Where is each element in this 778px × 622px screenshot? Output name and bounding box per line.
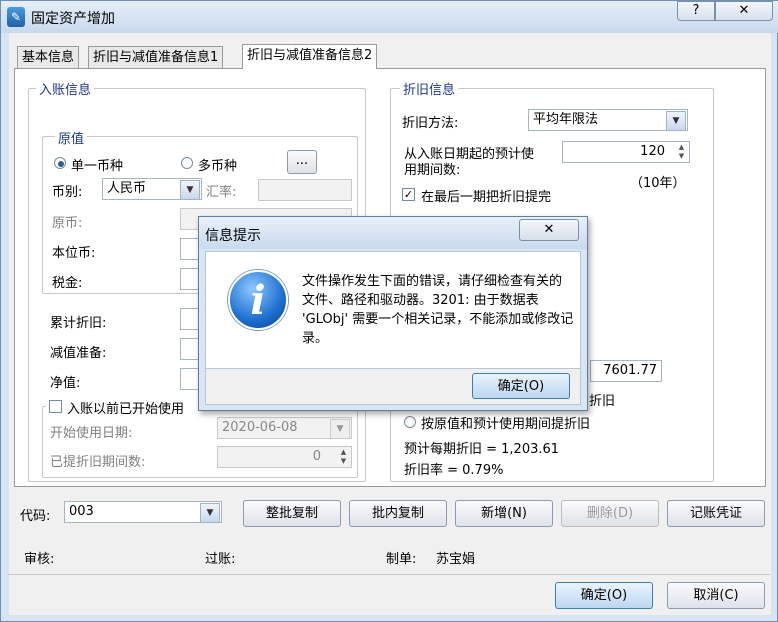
useful-life-value: 120 bbox=[640, 144, 665, 159]
chevron-down-icon[interactable]: ▼ bbox=[666, 111, 686, 131]
help-button[interactable]: ? bbox=[677, 1, 715, 21]
single-currency-label: 单一币种 bbox=[71, 159, 124, 174]
dialog-title: 信息提示 bbox=[205, 228, 261, 244]
original-value-legend: 原值 bbox=[55, 128, 88, 147]
voucher-button[interactable]: 记账凭证 bbox=[667, 500, 765, 527]
depreciation-method-value: 平均年限法 bbox=[533, 112, 599, 127]
last-period-label: 在最后一期把折旧提完 bbox=[421, 190, 552, 205]
delete-button[interactable]: 删除(D) bbox=[561, 500, 659, 527]
currency-label: 币别: bbox=[52, 185, 83, 200]
periods-depreciated-label: 已提折旧期间数: bbox=[50, 455, 146, 470]
info-icon: i bbox=[228, 270, 288, 330]
depreciation-method-select[interactable]: 平均年限法 ▼ bbox=[528, 109, 688, 131]
tab-depreciation-1[interactable]: 折旧与减值准备信息1 bbox=[88, 46, 224, 68]
depreciation-info-legend: 折旧信息 bbox=[400, 79, 459, 98]
exchange-rate-label: 汇率: bbox=[206, 185, 237, 200]
inner-batch-copy-button[interactable]: 批内复制 bbox=[349, 500, 447, 527]
code-label: 代码: bbox=[20, 509, 51, 524]
useful-life-field[interactable]: 120 ▲ ▼ bbox=[562, 141, 690, 163]
tax-label: 税金: bbox=[52, 276, 83, 291]
start-date-label: 开始使用日期: bbox=[50, 426, 133, 441]
impairment-label: 减值准备: bbox=[50, 346, 107, 361]
partial-depreciation-field[interactable]: 7601.77 bbox=[590, 360, 662, 382]
started-before-checkbox[interactable] bbox=[49, 400, 62, 413]
dialog-footer: 确定(O) bbox=[205, 369, 581, 405]
useful-life-years-note: （10年） bbox=[630, 176, 686, 191]
start-date-value: 2020-06-08 bbox=[222, 420, 298, 435]
start-date-field[interactable]: 2020-06-08 ▼ bbox=[217, 417, 352, 439]
per-period-depreciation-text: 预计每期折旧 = 1,203.61 bbox=[404, 442, 560, 457]
title-bar[interactable]: ✎ 固定资产增加 ? ✕ bbox=[1, 1, 778, 33]
cancel-button[interactable]: 取消(C) bbox=[667, 582, 765, 609]
periods-depreciated-value: 0 bbox=[312, 449, 321, 464]
tab-depreciation-2[interactable]: 折旧与减值准备信息2 bbox=[242, 44, 378, 69]
currency-value: 人民币 bbox=[107, 181, 147, 196]
partial-radio-label: 折旧 bbox=[589, 394, 616, 409]
window-title: 固定资产增加 bbox=[31, 11, 115, 27]
started-before-legend: 入账以前已开始使用 bbox=[46, 397, 206, 417]
app-icon: ✎ bbox=[7, 7, 25, 27]
single-currency-radio[interactable] bbox=[54, 157, 66, 169]
ok-button[interactable]: 确定(O) bbox=[555, 582, 653, 609]
post-label: 过账: bbox=[205, 552, 236, 567]
dialog-message: 文件操作发生下面的错误，请仔细检查有关的文件、路径和驱动器。3201: 由于数据… bbox=[302, 274, 574, 346]
last-period-checkbox[interactable]: ✓ bbox=[402, 188, 415, 201]
chevron-down-icon[interactable]: ▼ bbox=[200, 503, 220, 523]
periods-depreciated-field[interactable]: 0 ▲ ▼ bbox=[217, 446, 352, 468]
chevron-down-icon[interactable]: ▼ bbox=[180, 180, 200, 200]
chevron-down-icon[interactable]: ▼ bbox=[330, 419, 350, 439]
exchange-rate-field[interactable] bbox=[258, 179, 352, 201]
depreciation-method-label: 折旧方法: bbox=[402, 116, 459, 131]
dialog-ok-button[interactable]: 确定(O) bbox=[472, 373, 570, 399]
info-dialog: 信息提示 ✕ i 文件操作发生下面的错误，请仔细检查有关的文件、路径和驱动器。3… bbox=[198, 216, 588, 411]
batch-copy-button[interactable]: 整批复制 bbox=[243, 500, 341, 527]
spin-arrows-icon[interactable]: ▲ ▼ bbox=[337, 448, 350, 466]
maker-value: 苏宝娟 bbox=[436, 552, 476, 567]
original-currency-label: 原币: bbox=[52, 216, 83, 231]
useful-life-label-2: 用期间数: bbox=[404, 163, 461, 178]
multi-currency-radio[interactable] bbox=[181, 157, 193, 169]
audit-label: 审核: bbox=[24, 552, 55, 567]
divider bbox=[8, 574, 770, 575]
depreciation-rate-text: 折旧率 = 0.79% bbox=[404, 463, 504, 478]
accum-depreciation-label: 累计折旧: bbox=[50, 316, 107, 331]
code-select[interactable]: 003 ▼ bbox=[64, 501, 222, 523]
entry-info-legend: 入账信息 bbox=[36, 79, 95, 98]
dialog-close-button[interactable]: ✕ bbox=[519, 219, 579, 241]
tab-basic-info[interactable]: 基本信息 bbox=[17, 46, 80, 68]
spin-arrows-icon[interactable]: ▲ ▼ bbox=[675, 143, 688, 161]
dialog-title-bar[interactable]: 信息提示 ✕ bbox=[199, 217, 587, 249]
partial-depreciation-value: 7601.77 bbox=[603, 363, 657, 378]
net-value-label: 净值: bbox=[50, 376, 81, 391]
started-before-label: 入账以前已开始使用 bbox=[67, 402, 185, 417]
by-original-value-radio[interactable] bbox=[404, 416, 416, 428]
maker-label: 制单: bbox=[386, 552, 417, 567]
multi-currency-ellipsis-button[interactable]: ... bbox=[287, 150, 317, 174]
dialog-body: i 文件操作发生下面的错误，请仔细检查有关的文件、路径和驱动器。3201: 由于… bbox=[205, 251, 581, 369]
currency-select[interactable]: 人民币 ▼ bbox=[102, 178, 202, 200]
code-value: 003 bbox=[69, 504, 94, 519]
local-currency-label: 本位币: bbox=[52, 246, 96, 261]
multi-currency-label: 多币种 bbox=[198, 159, 238, 174]
new-button[interactable]: 新增(N) bbox=[455, 500, 553, 527]
by-original-value-label: 按原值和预计使用期间提折旧 bbox=[421, 417, 591, 432]
window-close-button[interactable]: ✕ bbox=[715, 1, 773, 21]
